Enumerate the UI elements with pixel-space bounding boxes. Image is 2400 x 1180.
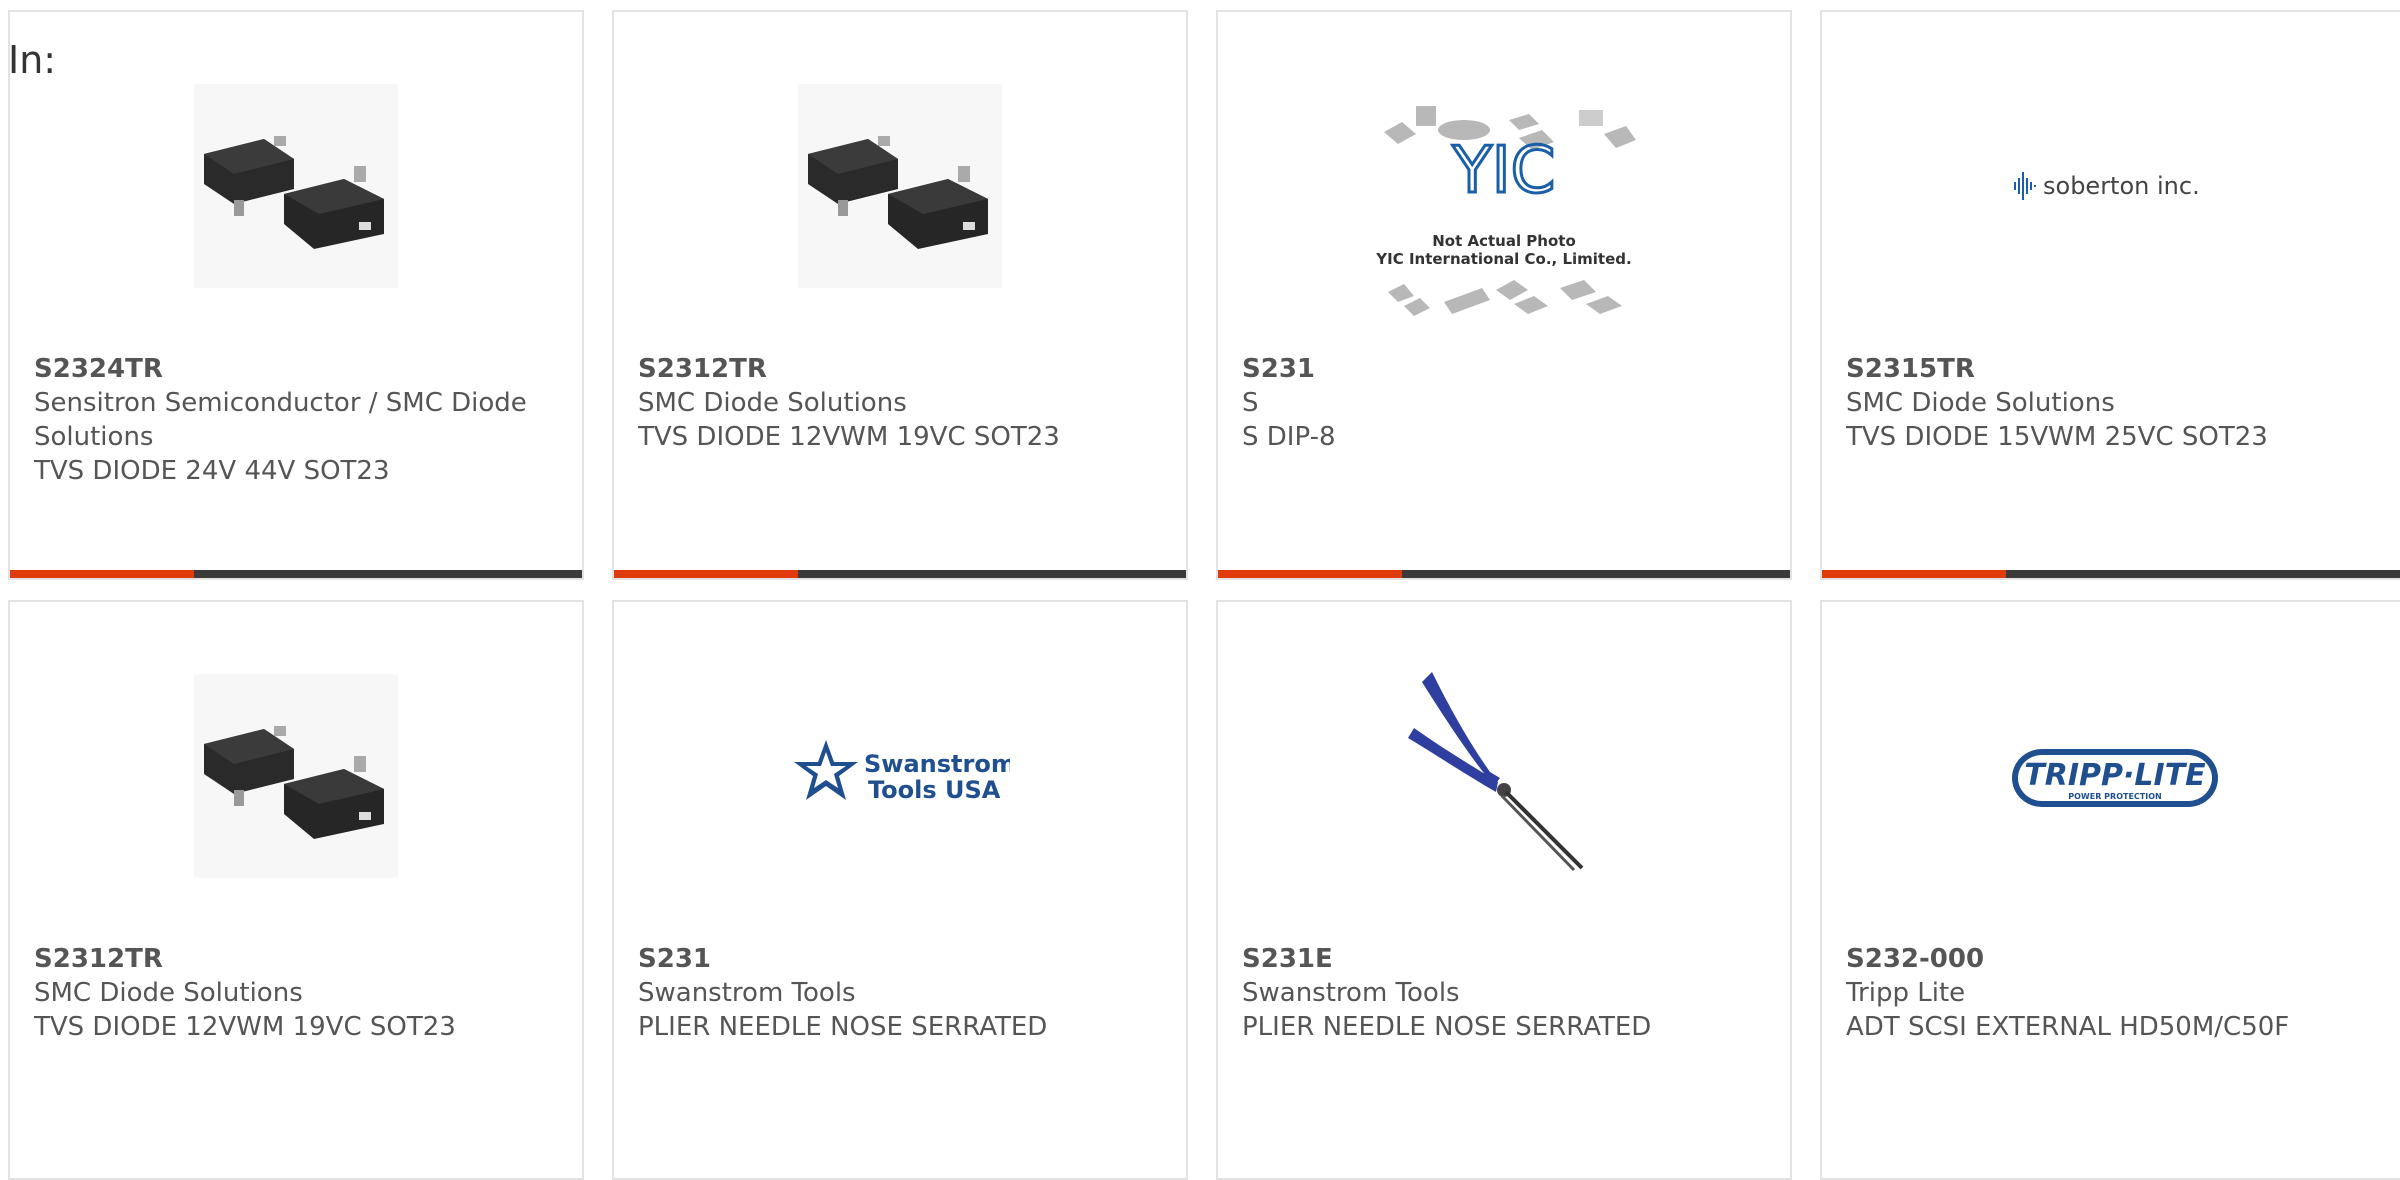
description: PLIER NEEDLE NOSE SERRATED (1242, 1012, 1652, 1042)
part-number[interactable]: S2312TR (34, 942, 562, 976)
tripp-lite-logo-icon: TRIPP·LITE POWER PROTECTION (2012, 749, 2218, 807)
sot23-package-icon (194, 674, 398, 878)
filter-prefix-label: In: (8, 38, 57, 82)
svg-text:TRIPP·LITE: TRIPP·LITE (2024, 758, 2206, 793)
description: ADT SCSI EXTERNAL HD50M/C50F (1846, 1012, 2290, 1042)
product-card[interactable]: Swanstrom Tools USA S231 Swanstrom Tools… (612, 600, 1188, 1180)
svg-text:YIC: YIC (1452, 134, 1556, 208)
product-card[interactable]: S231E Swanstrom Tools PLIER NEEDLE NOSE … (1216, 600, 1792, 1180)
sot23-package-icon (194, 84, 398, 288)
needle-nose-plier-icon (1408, 672, 1584, 872)
part-number[interactable]: S231 (1242, 352, 1770, 386)
description: PLIER NEEDLE NOSE SERRATED (638, 1012, 1048, 1042)
svg-text:Tools USA: Tools USA (868, 776, 1001, 804)
product-card[interactable]: soberton inc. S2315TR SMC Diode Solution… (1820, 10, 2400, 580)
description: TVS DIODE 24V 44V SOT23 (34, 456, 390, 486)
product-card[interactable]: S2312TR SMC Diode Solutions TVS DIODE 12… (612, 10, 1188, 580)
manufacturer: SMC Diode Solutions (34, 978, 303, 1008)
manufacturer: Tripp Lite (1846, 978, 1966, 1008)
part-number[interactable]: S232-000 (1846, 942, 2388, 976)
product-image[interactable]: Swanstrom Tools USA (790, 674, 1010, 878)
svg-text:soberton inc.: soberton inc. (2043, 172, 2200, 200)
manufacturer: SMC Diode Solutions (638, 388, 907, 418)
card-bar (1218, 570, 1790, 578)
description: TVS DIODE 12VWM 19VC SOT23 (638, 422, 1060, 452)
description: TVS DIODE 12VWM 19VC SOT23 (34, 1012, 456, 1042)
card-bar (1822, 570, 2400, 578)
soberton-logo-icon: soberton inc. (2014, 172, 2200, 200)
manufacturer: S (1242, 388, 1259, 418)
swanstrom-logo-icon: Swanstrom Tools USA (794, 740, 1010, 804)
product-card[interactable]: YIC Not Actual Photo YIC International C… (1216, 10, 1792, 580)
product-card[interactable]: S2312TR SMC Diode Solutions TVS DIODE 12… (8, 600, 584, 1180)
description: S DIP-8 (1242, 422, 1336, 452)
svg-text:Not Actual Photo: Not Actual Photo (1432, 232, 1576, 250)
product-image[interactable] (194, 674, 398, 878)
product-image[interactable]: soberton inc. (2005, 84, 2225, 288)
part-number[interactable]: S2324TR (34, 352, 562, 386)
part-number[interactable]: S2312TR (638, 352, 1166, 386)
card-bar (614, 570, 1186, 578)
manufacturer: Sensitron Semiconductor / SMC Diode Solu… (34, 388, 527, 452)
product-image[interactable]: YIC Not Actual Photo YIC International C… (1364, 92, 1644, 342)
part-number[interactable]: S231 (638, 942, 1166, 976)
sot23-package-icon (798, 84, 1002, 288)
part-number[interactable]: S2315TR (1846, 352, 2388, 386)
product-image[interactable] (194, 84, 398, 288)
product-image[interactable]: TRIPP·LITE POWER PROTECTION (2005, 674, 2225, 878)
card-bar (10, 570, 582, 578)
product-card[interactable]: TRIPP·LITE POWER PROTECTION S232-000 Tri… (1820, 600, 2400, 1180)
product-image[interactable] (798, 84, 1002, 288)
manufacturer: Swanstrom Tools (1242, 978, 1460, 1008)
svg-text:POWER PROTECTION: POWER PROTECTION (2068, 792, 2161, 801)
product-image[interactable] (1402, 662, 1606, 882)
product-card[interactable]: S2324TR Sensitron Semiconductor / SMC Di… (8, 10, 584, 580)
manufacturer: Swanstrom Tools (638, 978, 856, 1008)
part-number[interactable]: S231E (1242, 942, 1770, 976)
product-grid: S2324TR Sensitron Semiconductor / SMC Di… (8, 10, 2400, 1180)
svg-text:Swanstrom: Swanstrom (864, 750, 1010, 778)
description: TVS DIODE 15VWM 25VC SOT23 (1846, 422, 2268, 452)
manufacturer: SMC Diode Solutions (1846, 388, 2115, 418)
yic-placeholder-icon: YIC Not Actual Photo YIC International C… (1375, 106, 1636, 316)
svg-text:YIC International Co., Limited: YIC International Co., Limited. (1375, 250, 1631, 268)
